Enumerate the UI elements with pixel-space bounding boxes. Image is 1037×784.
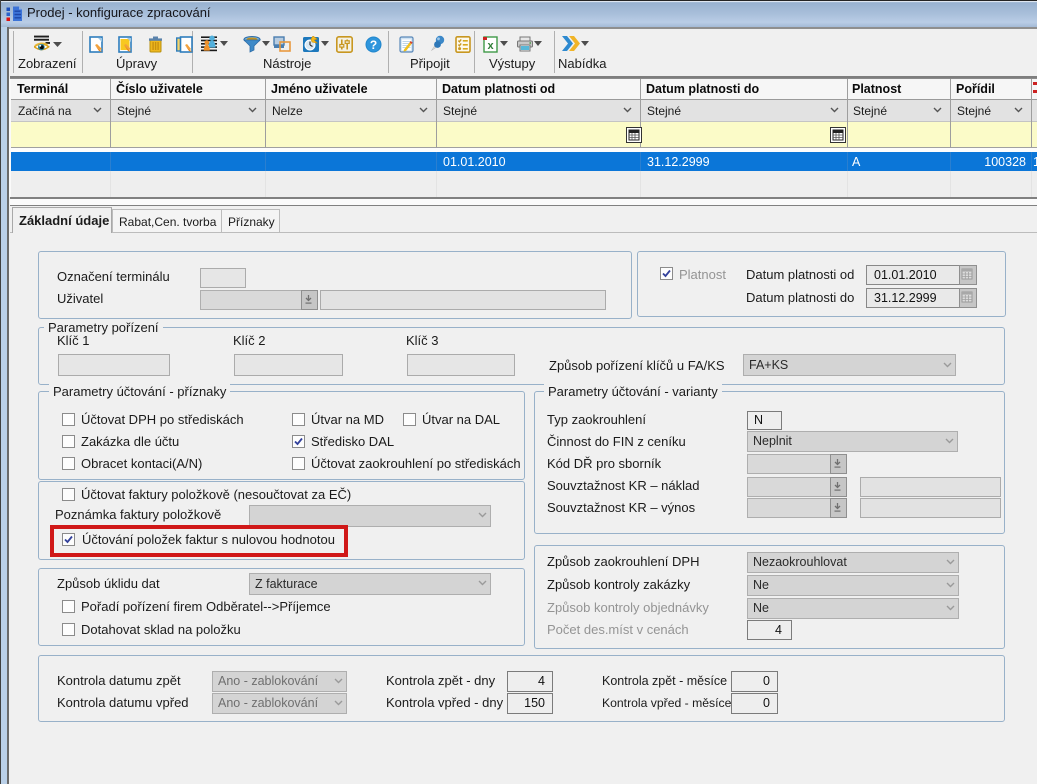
- svg-text:x: x: [487, 40, 494, 52]
- svg-text:?: ?: [370, 38, 377, 52]
